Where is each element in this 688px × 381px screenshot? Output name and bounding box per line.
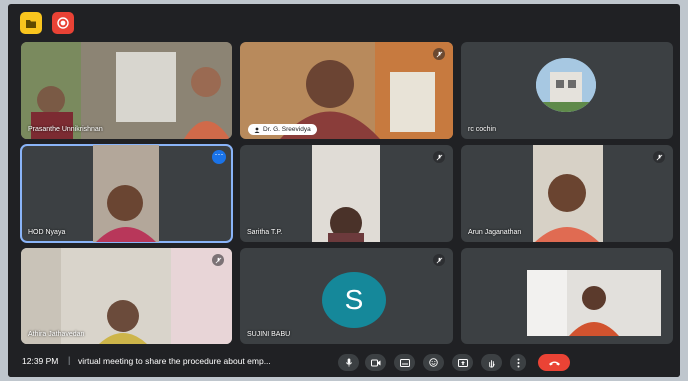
emoji-icon [429,358,438,367]
muted-mic-icon [653,151,665,163]
record-icon [57,17,69,29]
name-badge: Dr. G. Sreevidya [248,124,317,135]
bottom-toolbar: 12:39 PM | virtual meeting to share the … [8,347,680,377]
avatar [536,58,596,112]
participant-video [21,248,232,344]
participant-name: Arun Jaganathan [468,229,522,236]
participant-name: Athira Jathavedan [28,331,85,338]
meeting-title: virtual meeting to share the procedure a… [78,356,271,366]
record-button[interactable] [52,12,74,34]
muted-mic-icon [433,151,445,163]
participant-video [527,270,661,336]
camera-icon [370,359,380,366]
participant-name: Saritha T.P. [247,229,283,236]
raise-hand-button[interactable] [481,354,502,371]
participant-tile[interactable]: Arun Jaganathan [461,145,673,242]
emoji-button[interactable] [423,354,444,371]
participant-video [93,145,159,242]
user-icon [254,127,260,133]
mic-icon [345,358,352,367]
end-call-button[interactable] [538,354,570,371]
participant-video [21,42,232,139]
separator: | [68,355,71,365]
muted-mic-icon [212,254,224,266]
participant-video [312,145,380,242]
meet-window: Prasanthe Unnikrishnan Dr. G. Sreevidya [8,4,680,377]
participant-tile[interactable]: Dr. G. Sreevidya [240,42,453,139]
participant-tile[interactable]: rc cochin [461,42,673,139]
mic-button[interactable] [338,354,359,371]
participant-tile[interactable]: Athira Jathavedan [21,248,232,344]
avatar: S [322,272,386,328]
participant-tile[interactable]: Saritha T.P. [240,145,453,242]
more-options-icon[interactable]: ⋯ [212,150,226,164]
folder-button[interactable] [20,12,42,34]
camera-button[interactable] [365,354,386,371]
more-options-button[interactable] [510,354,526,371]
captions-icon [399,358,410,367]
participant-tile[interactable]: Prasanthe Unnikrishnan [21,42,232,139]
participant-name: Dr. G. Sreevidya [263,126,311,133]
muted-mic-icon [433,254,445,266]
meeting-time: 12:39 PM [22,356,59,366]
participant-tile[interactable]: ⋯ HOD Nyaya [20,144,233,243]
hand-icon [489,359,495,368]
present-button[interactable] [452,354,473,371]
folder-icon [26,19,36,28]
present-screen-icon [457,358,468,367]
participant-name: rc cochin [468,126,497,133]
phone-hangup-icon [548,361,560,365]
participant-name: SUJINI BABU [247,331,291,338]
participant-name: Prasanthe Unnikrishnan [28,126,103,133]
participant-name: HOD Nyaya [28,229,66,236]
muted-mic-icon [433,48,445,60]
more-vert-icon [517,358,519,367]
captions-button[interactable] [394,354,415,371]
participant-video [533,145,603,242]
participant-tile[interactable] [461,248,673,344]
